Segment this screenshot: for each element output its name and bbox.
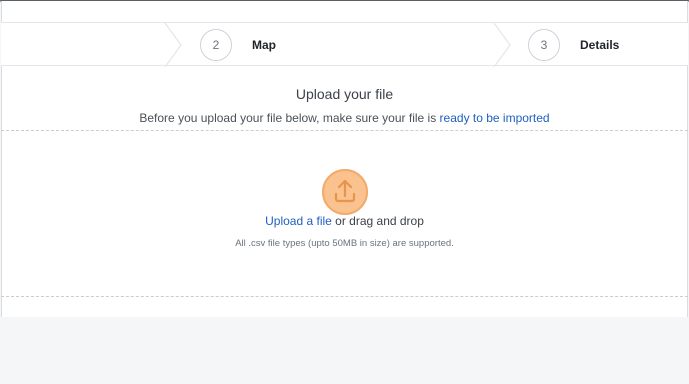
supported-types-note: All .csv file types (upto 50MB in size) … bbox=[235, 238, 454, 249]
import-wizard: 2 Map 3 Details Upload your file Before … bbox=[0, 0, 689, 384]
step-3-number: 3 bbox=[528, 29, 560, 61]
dropzone-bottom-border bbox=[1, 296, 688, 297]
step-3-label[interactable]: Details bbox=[580, 38, 619, 52]
step-chevron-icon bbox=[493, 23, 511, 67]
drag-drop-text: or drag and drop bbox=[331, 214, 424, 228]
upload-arrow-icon bbox=[334, 179, 356, 203]
subtitle-text: Before you upload your file below, make … bbox=[139, 111, 440, 125]
wizard-stepper: 2 Map 3 Details bbox=[1, 22, 688, 67]
upload-file-link[interactable]: Upload a file bbox=[265, 214, 332, 228]
step-2-label[interactable]: Map bbox=[252, 38, 276, 52]
ready-to-import-link[interactable]: ready to be imported bbox=[440, 111, 550, 125]
upload-title: Upload your file bbox=[295, 86, 394, 102]
step-2-number: 2 bbox=[200, 29, 232, 61]
step-chevron-icon bbox=[164, 23, 182, 67]
upload-instructions: Upload a file or drag and drop bbox=[0, 214, 689, 228]
dropzone-top-border bbox=[1, 130, 688, 131]
upload-icon[interactable] bbox=[322, 169, 368, 215]
upload-subtitle: Before you upload your file below, make … bbox=[0, 111, 689, 125]
